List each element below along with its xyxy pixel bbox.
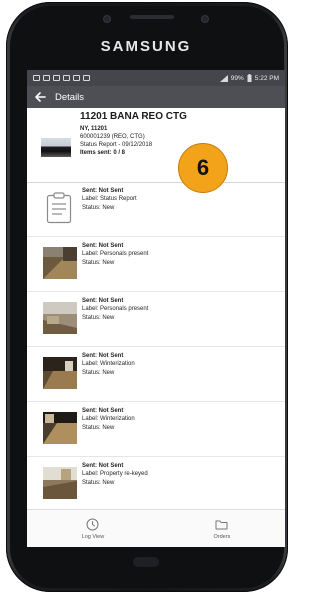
bottom-navigation: Log View Orders bbox=[27, 509, 285, 547]
order-header: 11201 BANA REO CTG NY, 11201 600001239 (… bbox=[27, 108, 285, 183]
property-photo bbox=[41, 138, 71, 157]
list-item[interactable]: Sent: Not Sent Label: Winterization Stat… bbox=[27, 402, 285, 457]
home-button[interactable] bbox=[133, 557, 159, 567]
status-bar: 99% 5:22 PM bbox=[27, 70, 285, 86]
item-label: Label: Winterization bbox=[82, 416, 135, 423]
back-arrow-icon[interactable] bbox=[33, 90, 47, 104]
item-label: Label: Personals present bbox=[82, 251, 149, 258]
step-number-badge: 6 bbox=[178, 143, 228, 193]
photo-thumbnail bbox=[43, 412, 77, 444]
list-item[interactable]: Sent: Not Sent Label: Status Report Stat… bbox=[27, 182, 285, 237]
page-title: Details bbox=[55, 91, 85, 103]
list-item[interactable]: Sent: Not Sent Label: Property re-keyed … bbox=[27, 457, 285, 512]
speaker-grille bbox=[130, 15, 174, 19]
item-label: Label: Property re-keyed bbox=[82, 471, 148, 478]
list-item[interactable]: Sent: Not Sent Label: Personals present … bbox=[27, 237, 285, 292]
item-sent: Sent: Not Sent bbox=[82, 408, 124, 414]
photo-thumbnail bbox=[43, 357, 77, 389]
notification-icons bbox=[33, 75, 90, 81]
clipboard-icon bbox=[43, 192, 77, 224]
order-location: NY, 11201 bbox=[80, 126, 108, 132]
notification-icon bbox=[63, 75, 70, 81]
items-sent-count: Items sent: 0 / 8 bbox=[80, 150, 126, 156]
folder-icon bbox=[215, 520, 228, 529]
battery-icon bbox=[247, 74, 252, 82]
notification-icon bbox=[53, 75, 60, 81]
notification-icon bbox=[73, 75, 80, 81]
notification-icon bbox=[33, 75, 40, 81]
clock-time: 5:22 PM bbox=[254, 74, 279, 82]
photo-thumbnail bbox=[43, 247, 77, 279]
brand-logo: SAMSUNG bbox=[100, 38, 192, 55]
orders-label: Orders bbox=[213, 533, 231, 540]
clock-icon bbox=[86, 518, 99, 530]
app-bar: Details bbox=[27, 86, 285, 108]
list-item[interactable]: Sent: Not Sent Label: Winterization Stat… bbox=[27, 347, 285, 402]
order-id: 600001239 (REO, CTG) bbox=[80, 134, 145, 140]
item-status: Status: New bbox=[82, 204, 115, 211]
item-sent: Sent: Not Sent bbox=[82, 463, 124, 469]
signal-icon bbox=[219, 74, 228, 82]
photo-thumbnail bbox=[43, 302, 77, 334]
log-view-button[interactable]: Log View bbox=[81, 518, 105, 540]
notification-icon bbox=[43, 75, 50, 81]
battery-percent: 99% bbox=[230, 74, 244, 82]
item-list: Sent: Not Sent Label: Status Report Stat… bbox=[27, 182, 285, 512]
camera-sensor bbox=[104, 16, 110, 22]
item-label: Label: Winterization bbox=[82, 361, 135, 368]
camera-sensor bbox=[202, 16, 208, 22]
orders-button[interactable]: Orders bbox=[213, 518, 231, 540]
item-status: Status: New bbox=[82, 424, 115, 431]
log-view-label: Log View bbox=[81, 533, 105, 540]
item-status: Status: New bbox=[82, 479, 115, 486]
list-item[interactable]: Sent: Not Sent Label: Personals present … bbox=[27, 292, 285, 347]
item-sent: Sent: Not Sent bbox=[82, 353, 124, 359]
photo-thumbnail bbox=[43, 467, 77, 499]
notification-icon bbox=[83, 75, 90, 81]
item-status: Status: New bbox=[82, 369, 115, 376]
item-sent: Sent: Not Sent bbox=[82, 243, 124, 249]
order-title: 11201 BANA REO CTG bbox=[80, 111, 187, 122]
item-label: Label: Personals present bbox=[82, 306, 149, 313]
item-sent: Sent: Not Sent bbox=[82, 298, 124, 304]
status-right: 99% 5:22 PM bbox=[219, 74, 279, 82]
item-sent: Sent: Not Sent bbox=[82, 188, 124, 194]
item-label: Label: Status Report bbox=[82, 196, 137, 203]
item-status: Status: New bbox=[82, 314, 115, 321]
report-date: Status Report - 09/12/2018 bbox=[80, 142, 153, 148]
item-status: Status: New bbox=[82, 259, 115, 266]
phone-screen: 99% 5:22 PM Details 11201 BANA REO CTG N… bbox=[27, 70, 285, 547]
